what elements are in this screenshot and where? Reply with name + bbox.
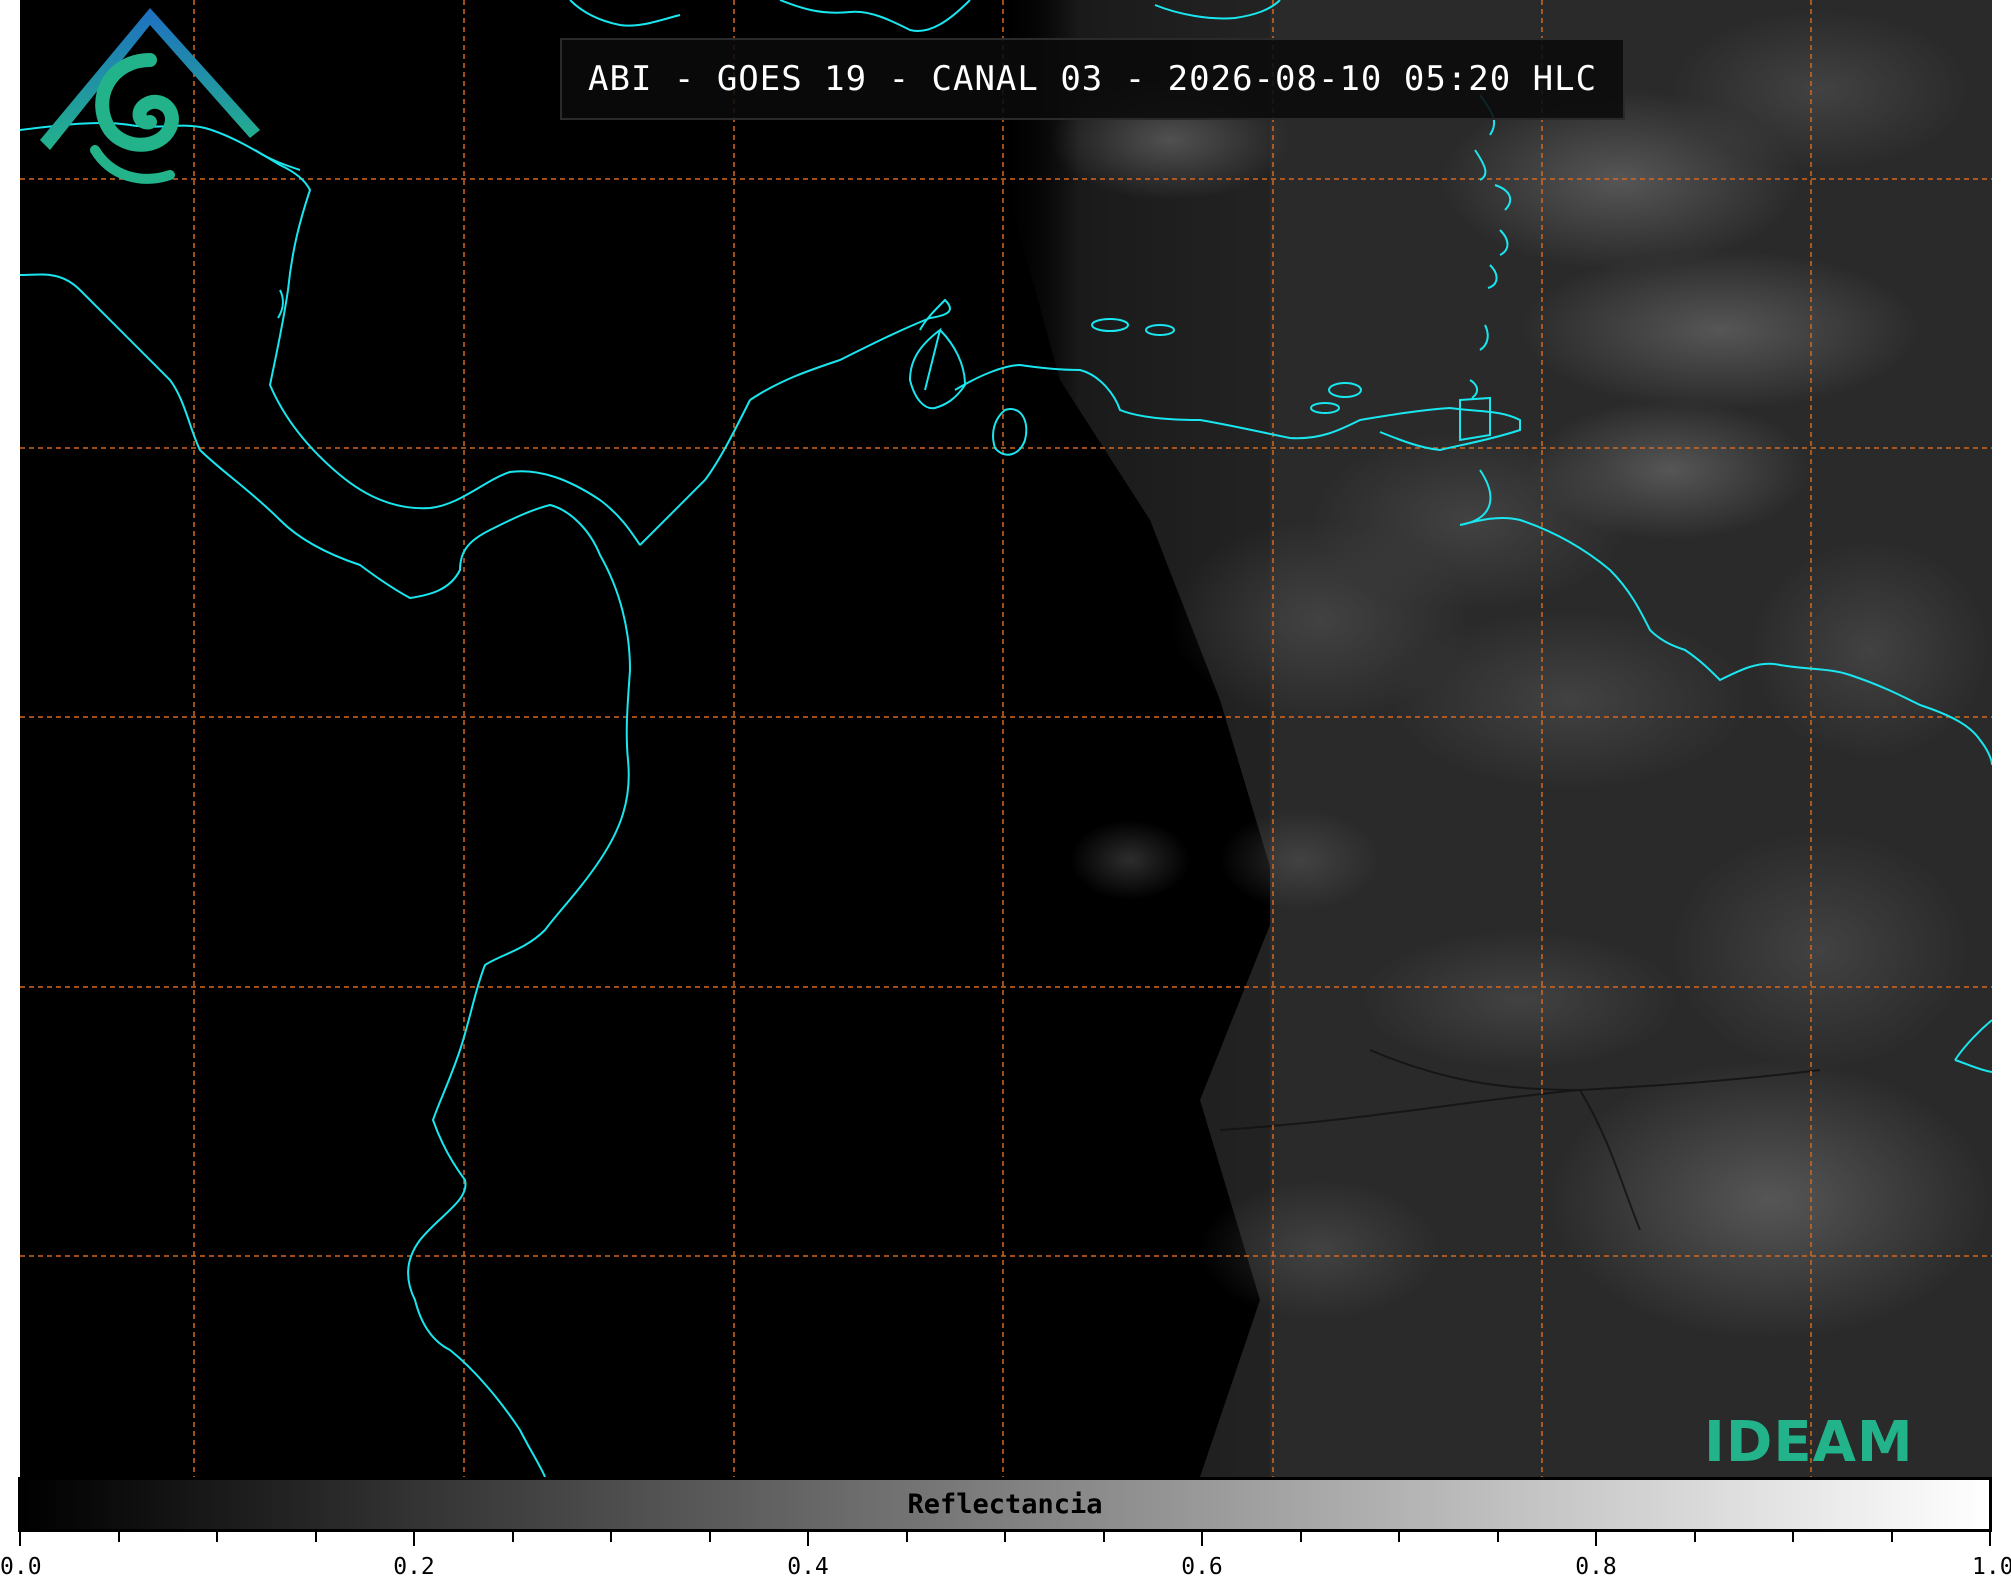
colorbar-tick-label: 0.2 [393, 1554, 435, 1580]
colorbar-major-tick [1989, 1532, 1991, 1546]
colorbar-minor-tick [1693, 1532, 1696, 1542]
colorbar-minor-tick [511, 1532, 514, 1542]
colorbar-minor-tick [1496, 1532, 1499, 1542]
colorbar-minor-tick [1102, 1532, 1105, 1542]
colorbar-tick-label: 1.0 [1972, 1554, 2011, 1580]
colorbar-major-tick [1595, 1532, 1597, 1546]
ideam-logo-text: IDEAM [1704, 1410, 1914, 1475]
colorbar-tick-label: 0.0 [0, 1554, 42, 1580]
colorbar-minor-tick [314, 1532, 317, 1542]
ideam-logo-icon [40, 8, 260, 184]
colorbar-minor-tick [1792, 1532, 1794, 1542]
colorbar-minor-tick [708, 1532, 711, 1542]
colorbar-major-tick [19, 1532, 21, 1546]
colorbar-minor-tick [1004, 1532, 1006, 1542]
colorbar-minor-tick [1299, 1532, 1302, 1542]
colorbar-minor-tick [216, 1532, 218, 1542]
colorbar-minor-tick [117, 1532, 120, 1542]
coastline-cuba [569, 0, 681, 27]
colorbar-minor-tick [1890, 1532, 1893, 1542]
colorbar-minor-tick [905, 1532, 908, 1542]
map-canvas [20, 0, 1992, 1477]
map-title: ABI - GOES 19 - CANAL 03 - 2026-08-10 05… [560, 38, 1626, 120]
satellite-map: ABI - GOES 19 - CANAL 03 - 2026-08-10 05… [20, 0, 1992, 1477]
coastline-hispaniola [779, 0, 971, 32]
colorbar-major-tick [1201, 1532, 1203, 1546]
coastline-lake-maracaibo [992, 408, 1028, 456]
colorbar-label: Reflectancia [907, 1489, 1103, 1520]
colorbar-major-tick [413, 1532, 415, 1546]
colorbar-major-tick [807, 1532, 809, 1546]
colorbar-minor-tick [1398, 1532, 1400, 1542]
colorbar-tick-label: 0.8 [1575, 1554, 1617, 1580]
coastline-pacific [20, 273, 632, 1477]
colorbar-minor-tick [610, 1532, 612, 1542]
colorbar-tick-label: 0.6 [1181, 1554, 1223, 1580]
colorbar-tick-label: 0.4 [787, 1554, 829, 1580]
colorbar: Reflectancia [18, 1477, 1992, 1532]
